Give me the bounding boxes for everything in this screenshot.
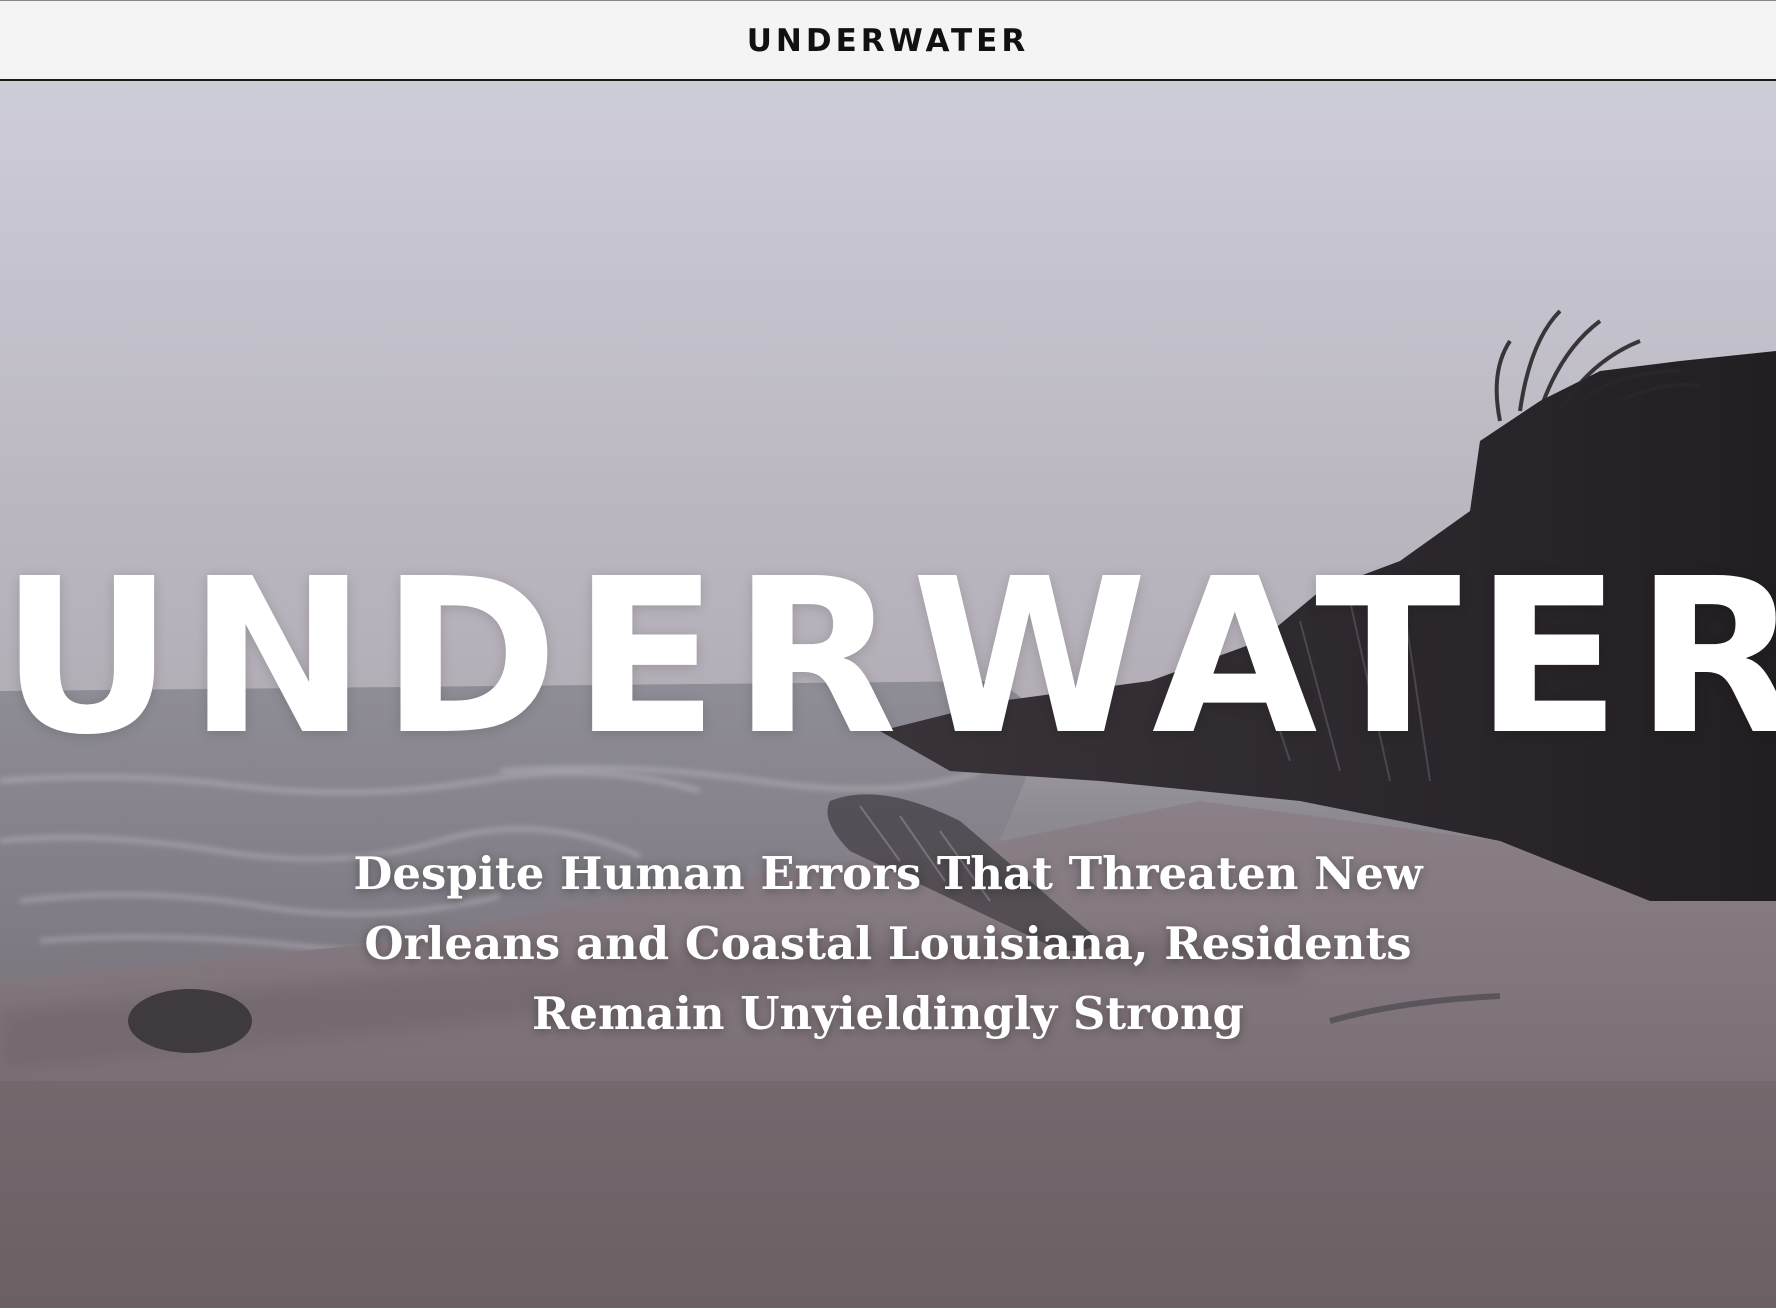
hero-title: UNDERWATER [0,533,1776,782]
hero-section: UNDERWATER Despite Human Errors That Thr… [0,81,1776,1308]
hero-subtitle: Despite Human Errors That Threaten New O… [353,847,1423,1040]
site-title[interactable]: UNDERWATER [747,23,1029,59]
site-header: UNDERWATER [0,0,1776,81]
